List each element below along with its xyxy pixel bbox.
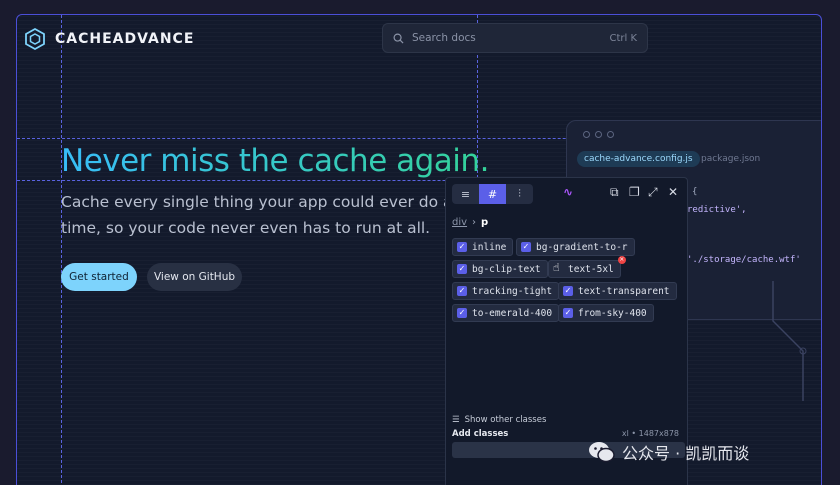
code-line: './storage/cache.wtf' — [687, 255, 801, 265]
checkbox-checked-icon: ✓ — [457, 286, 467, 296]
hero-title: Never miss the cache again. — [61, 143, 489, 179]
hero-subtitle-line: time, so your code never even has to run… — [61, 219, 431, 237]
brand-name: CACHEADVANCE — [55, 31, 195, 47]
class-name: to-emerald-400 — [472, 307, 553, 319]
app-frame: CACHEADVANCE Search docs Ctrl K Never mi… — [16, 14, 822, 485]
get-started-button[interactable]: Get started — [61, 263, 137, 291]
show-other-label: Show other classes — [464, 415, 547, 425]
checkbox-checked-icon: ✓ — [457, 264, 467, 274]
checkbox-checked-icon: ✓ — [457, 308, 467, 318]
view-on-github-button[interactable]: View on GitHub — [147, 263, 242, 291]
search-placeholder: Search docs — [412, 32, 476, 44]
chevron-right-icon: › — [472, 217, 477, 228]
inspector-toolbar: ≡ # ⫶ — [452, 183, 533, 205]
class-name: text-5xl — [568, 263, 614, 275]
checkbox-checked-icon: ✓ — [521, 242, 531, 252]
copy-icon[interactable]: ⧉ — [610, 185, 619, 200]
cube-logo-icon — [25, 27, 45, 51]
show-other-classes-toggle[interactable]: ☰ Show other classes — [452, 415, 546, 425]
close-icon[interactable]: ✕ — [668, 185, 678, 199]
class-name: bg-gradient-to-r — [536, 241, 628, 253]
breadcrumb-current: p — [481, 217, 489, 228]
checkbox-checked-icon: ✓ — [563, 308, 573, 318]
duplicate-icon[interactable]: ❐ — [629, 185, 640, 199]
class-name: text-transparent — [578, 285, 670, 297]
hand-cursor-icon: ☝ — [553, 261, 560, 274]
breadcrumb-parent[interactable]: div — [452, 217, 467, 228]
class-chip[interactable]: ✓ bg-clip-text — [452, 260, 548, 278]
search-shortcut: Ctrl K — [609, 32, 637, 44]
class-chip[interactable]: ✓ from-sky-400 — [558, 304, 654, 322]
checkbox-checked-icon: ✓ — [457, 242, 467, 252]
class-chip[interactable]: ✓ bg-gradient-to-r — [516, 238, 635, 256]
class-name: inline — [472, 241, 507, 253]
class-chip[interactable]: ✓ text-transparent — [558, 282, 677, 300]
viewport-size: xl • 1487x878 — [621, 429, 679, 438]
brand-logo[interactable]: CACHEADVANCE — [23, 27, 194, 51]
guide-line — [61, 15, 62, 485]
tailwind-logo-icon[interactable]: ∿ — [563, 185, 573, 199]
class-name: tracking-tight — [472, 285, 553, 297]
class-inspector-panel: ≡ # ⫶ ∿ ⧉ ❐ ⤢ ✕ div › p ✓ inline ✓ bg-gr… — [445, 177, 688, 485]
class-chip[interactable]: ✓ tracking-tight — [452, 282, 560, 300]
hash-icon[interactable]: # — [479, 184, 506, 204]
class-name: bg-clip-text — [472, 263, 541, 275]
watermark-text: 公众号 · 凯凯而谈 — [622, 444, 750, 463]
class-chip[interactable]: ☝ text-5xl × — [548, 256, 626, 278]
window-dots — [583, 131, 614, 138]
hero-subtitle-line: Cache every single thing your app could … — [61, 193, 463, 211]
filter-list-icon: ☰ — [452, 415, 460, 425]
watermark: 公众号 · 凯凯而谈 — [588, 440, 749, 464]
sliders-icon[interactable]: ⫶ — [506, 184, 533, 204]
list-icon[interactable]: ≡ — [452, 184, 479, 204]
tab-package-json[interactable]: package.json — [701, 154, 760, 164]
code-line: redictive', — [687, 205, 747, 215]
hero-subtitle: Cache every single thing your app could … — [61, 189, 466, 241]
class-name: from-sky-400 — [578, 307, 647, 319]
add-classes-label: Add classes — [452, 429, 509, 439]
mode-switcher: ≡ # ⫶ — [452, 184, 533, 204]
breadcrumb: div › p — [452, 217, 488, 228]
class-chip[interactable]: ✓ to-emerald-400 — [452, 304, 560, 322]
tab-config-file[interactable]: cache-advance.config.js — [577, 151, 700, 167]
code-line: { — [692, 187, 698, 197]
wechat-icon — [588, 440, 616, 464]
search-input[interactable]: Search docs Ctrl K — [382, 23, 648, 53]
class-chip[interactable]: ✓ inline — [452, 238, 514, 256]
checkbox-checked-icon: ✓ — [563, 286, 573, 296]
search-icon — [393, 33, 404, 44]
circuit-decoration — [772, 281, 807, 401]
expand-icon[interactable]: ⤢ — [648, 185, 658, 200]
remove-class-icon[interactable]: × — [617, 256, 626, 264]
